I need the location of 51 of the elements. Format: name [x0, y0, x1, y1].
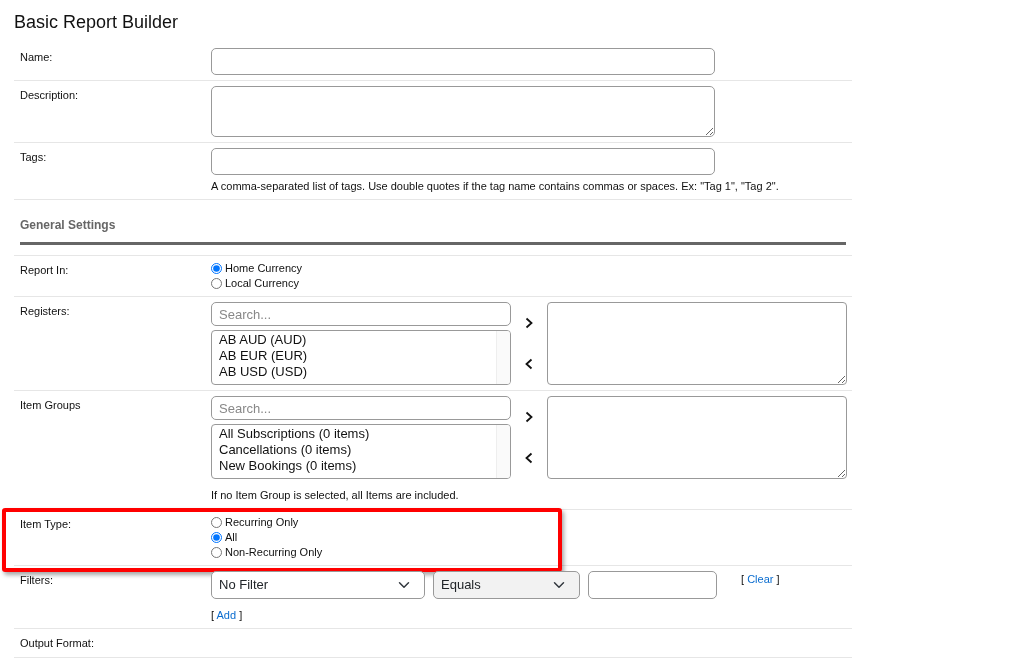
list-box[interactable]: All Subscriptions (0 items) Cancellations (0 items) New Bookings (0 items): [211, 424, 511, 480]
bracket-text: [: [741, 572, 745, 585]
description-field[interactable]: [211, 85, 715, 137]
chevron-right-icon[interactable]: [525, 410, 533, 423]
list-option[interactable]: AB AUD (AUD): [219, 332, 489, 349]
radio-label: Home Currency: [225, 261, 303, 277]
radio-button[interactable]: [211, 278, 222, 290]
help-text: A comma-separated list of tags. Use double quotes if the tag name contains commas or spaces. Ex: "Tag 1", "Tag 2".: [211, 178, 780, 194]
radio-button[interactable]: [211, 263, 222, 275]
field-label: Name:: [20, 49, 54, 65]
help-text: If no Item Group is selected, all Items are included.: [211, 488, 460, 504]
list-box[interactable]: AB AUD (AUD) AB EUR (EUR) AB USD (USD): [211, 330, 511, 386]
chevron-right-icon[interactable]: [525, 316, 533, 329]
text-field[interactable]: [211, 47, 715, 75]
radio-label: All: [225, 529, 238, 545]
list-option[interactable]: AB USD (USD): [219, 364, 489, 381]
field-label: Item Type:: [20, 516, 73, 532]
field-label: Filters:: [20, 572, 54, 588]
clear-link[interactable]: Clear: [747, 572, 774, 585]
bracket-text: [: [211, 608, 215, 621]
list-option[interactable]: All Subscriptions (0 items): [219, 426, 489, 443]
radio-button[interactable]: [211, 516, 222, 528]
bracket-text: ]: [776, 572, 780, 585]
text-field[interactable]: [211, 147, 715, 175]
list-option[interactable]: Cancellations (0 items): [219, 442, 489, 459]
radio-label: Recurring Only: [225, 514, 299, 530]
page-title: Basic Report Builder: [14, 12, 180, 34]
bracket-text: ]: [239, 608, 243, 621]
selected-list-box[interactable]: [547, 302, 847, 386]
selected-list-box[interactable]: [547, 396, 847, 480]
list-option[interactable]: New Bookings (0 items): [219, 458, 489, 475]
search-field[interactable]: Search...: [211, 396, 511, 421]
section-heading: General Settings: [20, 200, 846, 246]
field-label: Registers:: [20, 304, 71, 320]
radio-label: Non-Recurring Only: [225, 544, 323, 560]
field-label: Description:: [20, 87, 80, 103]
field-label: Tags:: [20, 149, 48, 165]
filter-dropdown[interactable]: No Filter: [211, 570, 425, 599]
add-link[interactable]: Add: [216, 608, 237, 621]
operator-dropdown[interactable]: Equals: [433, 570, 580, 599]
chevron-left-icon[interactable]: [525, 358, 533, 371]
field-label: Report In:: [20, 263, 70, 279]
list-option[interactable]: AB EUR (EUR): [219, 348, 489, 365]
radio-button[interactable]: [211, 546, 222, 558]
field-label: Output Format:: [20, 636, 95, 652]
value-field[interactable]: [588, 570, 717, 599]
chevron-left-icon[interactable]: [525, 452, 533, 465]
search-field[interactable]: Search...: [211, 302, 511, 327]
field-label: Item Groups: [20, 398, 82, 414]
radio-button[interactable]: [211, 531, 222, 543]
radio-label: Local Currency: [225, 276, 299, 292]
